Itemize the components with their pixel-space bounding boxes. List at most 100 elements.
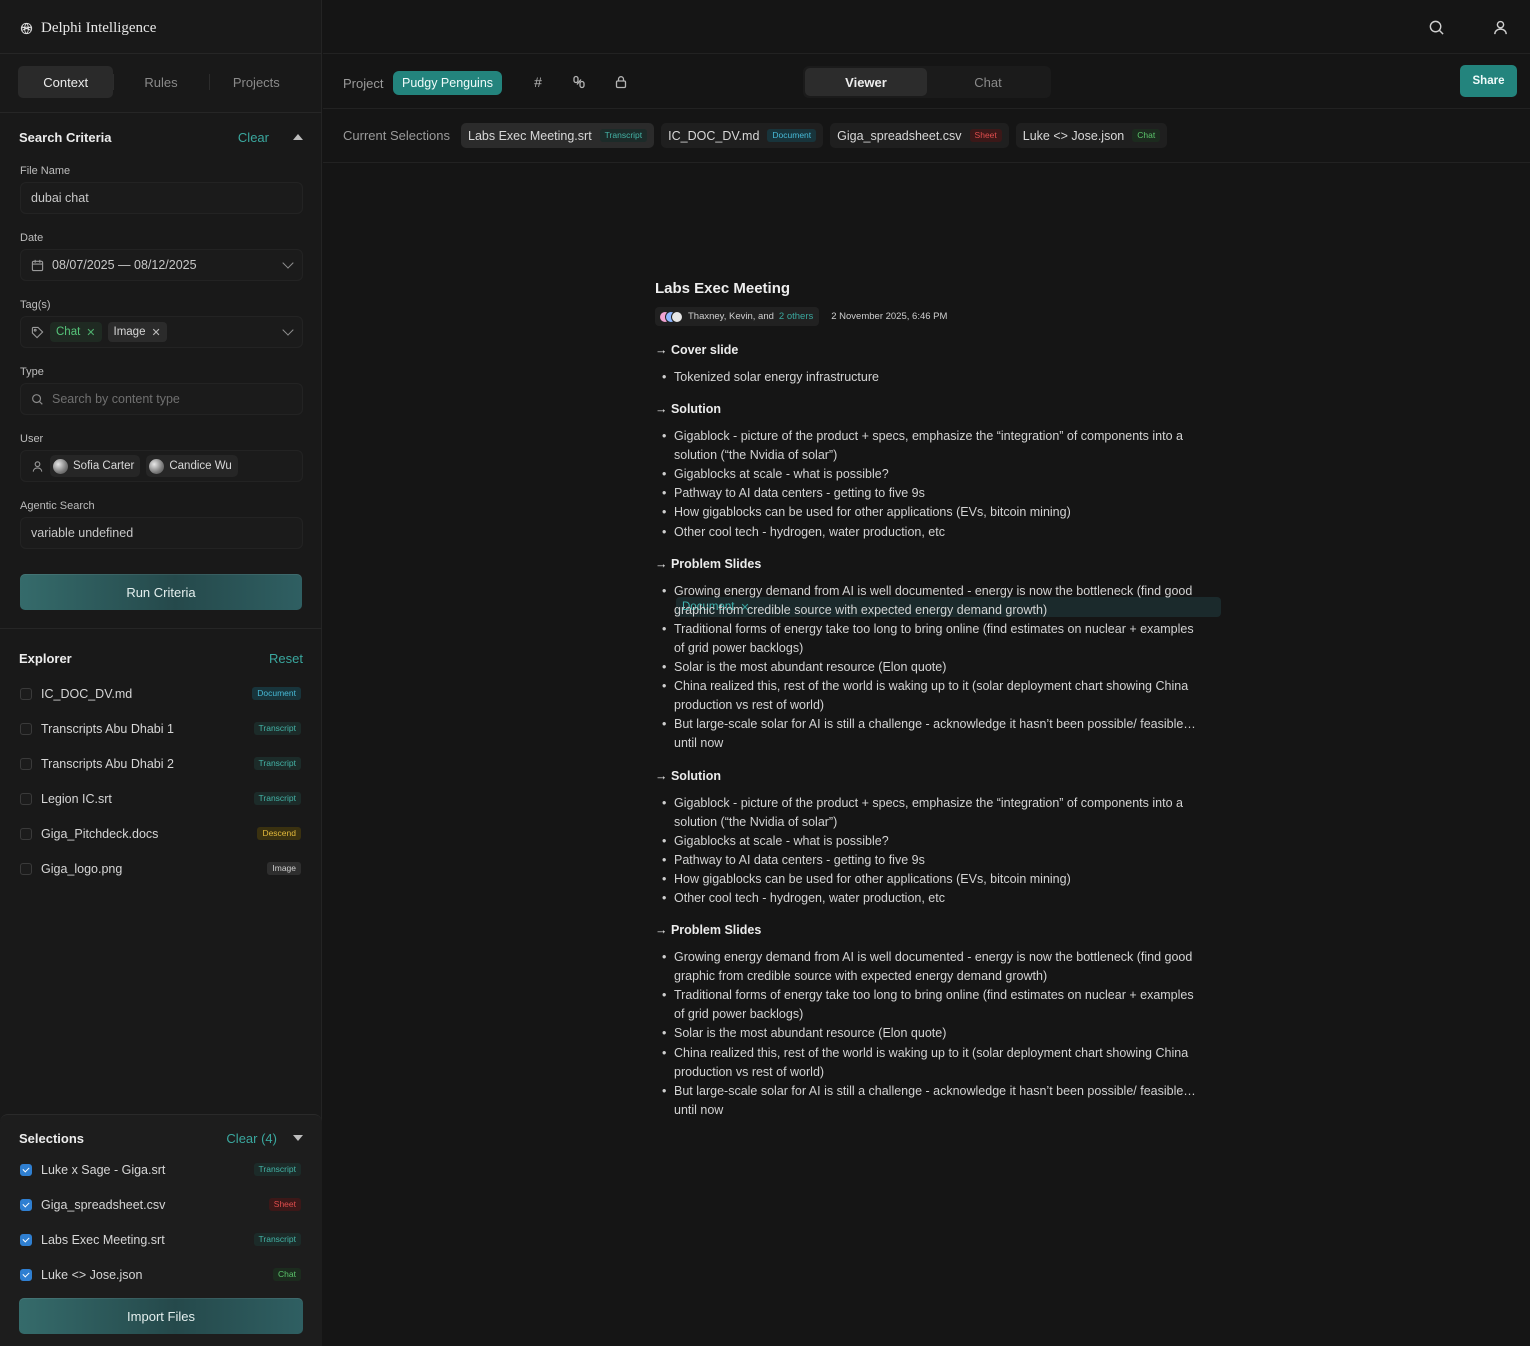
bullet-item: How gigablocks can be used for other app… — [655, 503, 1200, 522]
bullet-item: Traditional forms of energy take too lon… — [655, 986, 1200, 1024]
checkbox-checked[interactable] — [20, 1163, 32, 1176]
delphi-logo-icon — [20, 22, 33, 35]
checkbox[interactable] — [20, 757, 32, 770]
selections-list: Luke x Sage - Giga.srt Transcript Giga_s… — [20, 1152, 301, 1292]
remove-tag-icon[interactable]: ✕ — [151, 326, 160, 339]
divider — [0, 112, 322, 113]
agentic-search-label: Agentic Search — [20, 500, 95, 512]
date-range-picker[interactable]: 08/07/2025 — 08/12/2025 — [20, 249, 303, 281]
chip-file-name: Labs Exec Meeting.srt — [468, 128, 592, 143]
list-item[interactable]: IC_DOC_DV.md Document — [20, 676, 301, 711]
bullet-list: Gigablock - picture of the product + spe… — [655, 427, 1200, 542]
chevron-down-icon — [282, 257, 294, 269]
checkbox[interactable] — [20, 827, 32, 840]
project-bar: Project Pudgy Penguins # Viewer Chat Sha… — [323, 54, 1530, 109]
selection-chip[interactable]: Giga_spreadsheet.csv Sheet — [830, 123, 1009, 148]
agentic-search-input[interactable] — [31, 526, 292, 540]
collapse-caret-icon[interactable] — [293, 1135, 303, 1141]
checkbox[interactable] — [20, 687, 32, 700]
search-icon[interactable] — [1426, 17, 1446, 37]
lock-icon[interactable] — [613, 74, 629, 90]
checkbox[interactable] — [20, 792, 32, 805]
section-heading: → Cover slide — [655, 343, 739, 357]
tab-projects[interactable]: Projects — [208, 66, 304, 98]
app-logo[interactable]: Delphi Intelligence — [20, 16, 156, 40]
bullet-item: How gigablocks can be used for other app… — [655, 870, 1200, 889]
type-field[interactable] — [20, 383, 303, 415]
document-sections: → Cover slide Tokenized solar energy infr… — [655, 340, 1200, 1120]
file-name: Luke <> Jose.json — [41, 1267, 143, 1282]
checkbox-checked[interactable] — [20, 1233, 32, 1246]
section-heading: → Problem Slides — [655, 923, 762, 938]
type-badge: Transcript — [253, 757, 301, 770]
bullet-list: Growing energy demand from AI is well do… — [655, 582, 1200, 754]
user-chip-name: Sofia Carter — [73, 460, 135, 472]
explorer-title: Explorer — [19, 650, 72, 666]
tags-select[interactable]: Chat ✕ Document ✕ Image ✕ — [20, 316, 1221, 617]
clear-criteria-button[interactable]: Clear — [238, 130, 269, 145]
explorer-header: Explorer Reset — [19, 648, 303, 668]
import-files-button[interactable]: Import Files — [19, 1298, 303, 1334]
user-chip[interactable]: Sofia Carter — [50, 455, 141, 477]
list-item[interactable]: Transcripts Abu Dhabi 1 Transcript — [20, 711, 301, 746]
hashtag-icon[interactable]: # — [530, 74, 546, 90]
date-label: Date — [20, 232, 44, 244]
selection-chip[interactable]: Labs Exec Meeting.srt Transcript — [461, 123, 655, 148]
list-item[interactable]: Giga_logo.png Image — [20, 851, 301, 886]
tag-chip-label: Image — [113, 326, 146, 338]
list-item[interactable]: Labs Exec Meeting.srt Transcript — [20, 1222, 301, 1257]
search-icon — [31, 393, 44, 406]
tag-chip-image[interactable]: Image ✕ — [107, 322, 167, 342]
list-item[interactable]: Giga_Pitchdeck.docs Descend — [20, 816, 301, 851]
list-item[interactable]: Transcripts Abu Dhabi 2 Transcript — [20, 746, 301, 781]
participants-names: Thaxney, Kevin, and — [688, 311, 774, 322]
type-badge: Document — [767, 129, 817, 142]
list-item[interactable]: Luke <> Jose.json Chat — [20, 1257, 301, 1292]
selection-chip[interactable]: IC_DOC_DV.md Document — [661, 123, 824, 148]
agentic-search-field[interactable] — [20, 517, 303, 549]
list-item[interactable]: Giga_spreadsheet.csv Sheet — [20, 1187, 301, 1222]
avatar — [149, 458, 165, 474]
list-item[interactable]: Luke x Sage - Giga.srt Transcript — [20, 1152, 301, 1187]
bullet-item: Solar is the most abundant resource (Elo… — [655, 1024, 1200, 1043]
type-search-input[interactable] — [52, 392, 292, 406]
file-name-field[interactable] — [20, 182, 303, 214]
selections-panel: Selections Clear (4) Luke x Sage - Giga.… — [0, 1114, 322, 1346]
tag-chip-chat[interactable]: Chat ✕ — [50, 322, 102, 342]
explorer-reset-button[interactable]: Reset — [269, 651, 303, 666]
file-name-input[interactable] — [31, 191, 292, 205]
bullet-item: China realized this, rest of the world i… — [655, 677, 1200, 715]
collapse-caret-icon[interactable] — [293, 134, 303, 140]
section-heading: → Solution — [655, 402, 721, 417]
type-badge: Transcript — [599, 129, 648, 142]
link-icon[interactable] — [571, 74, 587, 90]
project-label: Project — [343, 76, 384, 91]
checkbox-checked[interactable] — [20, 1268, 32, 1281]
checkbox-checked[interactable] — [20, 1198, 32, 1211]
project-selector[interactable]: Pudgy Penguins — [393, 71, 503, 95]
remove-tag-icon[interactable]: ✕ — [86, 326, 95, 339]
bullet-item: China realized this, rest of the world i… — [655, 1044, 1200, 1082]
account-icon[interactable] — [1490, 17, 1510, 37]
participants[interactable]: Thaxney, Kevin, and 2 others — [655, 307, 820, 326]
checkbox[interactable] — [20, 862, 32, 875]
share-button[interactable]: Share — [1460, 65, 1517, 97]
tab-chat[interactable]: Chat — [927, 68, 1049, 96]
clear-selections-button[interactable]: Clear (4) — [226, 1131, 277, 1146]
tab-context[interactable]: Context — [18, 66, 114, 98]
tab-rules[interactable]: Rules — [113, 66, 208, 98]
run-criteria-button[interactable]: Run Criteria — [20, 574, 302, 610]
bullet-list: Gigablock - picture of the product + spe… — [655, 794, 1200, 909]
document-title: Labs Exec Meeting — [655, 280, 791, 297]
checkbox[interactable] — [20, 722, 32, 735]
bullet-item: Gigablocks at scale - what is possible? — [655, 465, 1200, 484]
participants-others-link[interactable]: 2 others — [779, 311, 813, 322]
user-label: User — [20, 433, 44, 445]
bullet-item: Gigablock - picture of the product + spe… — [655, 427, 1200, 465]
selection-chip[interactable]: Luke <> Jose.json Chat — [1015, 123, 1168, 148]
user-chip[interactable]: Candice Wu — [146, 455, 238, 477]
user-field[interactable]: Sofia Carter Candice Wu — [20, 450, 303, 482]
type-badge: Chat — [1132, 129, 1161, 142]
list-item[interactable]: Legion IC.srt Transcript — [20, 781, 301, 816]
tab-viewer[interactable]: Viewer — [805, 68, 927, 96]
